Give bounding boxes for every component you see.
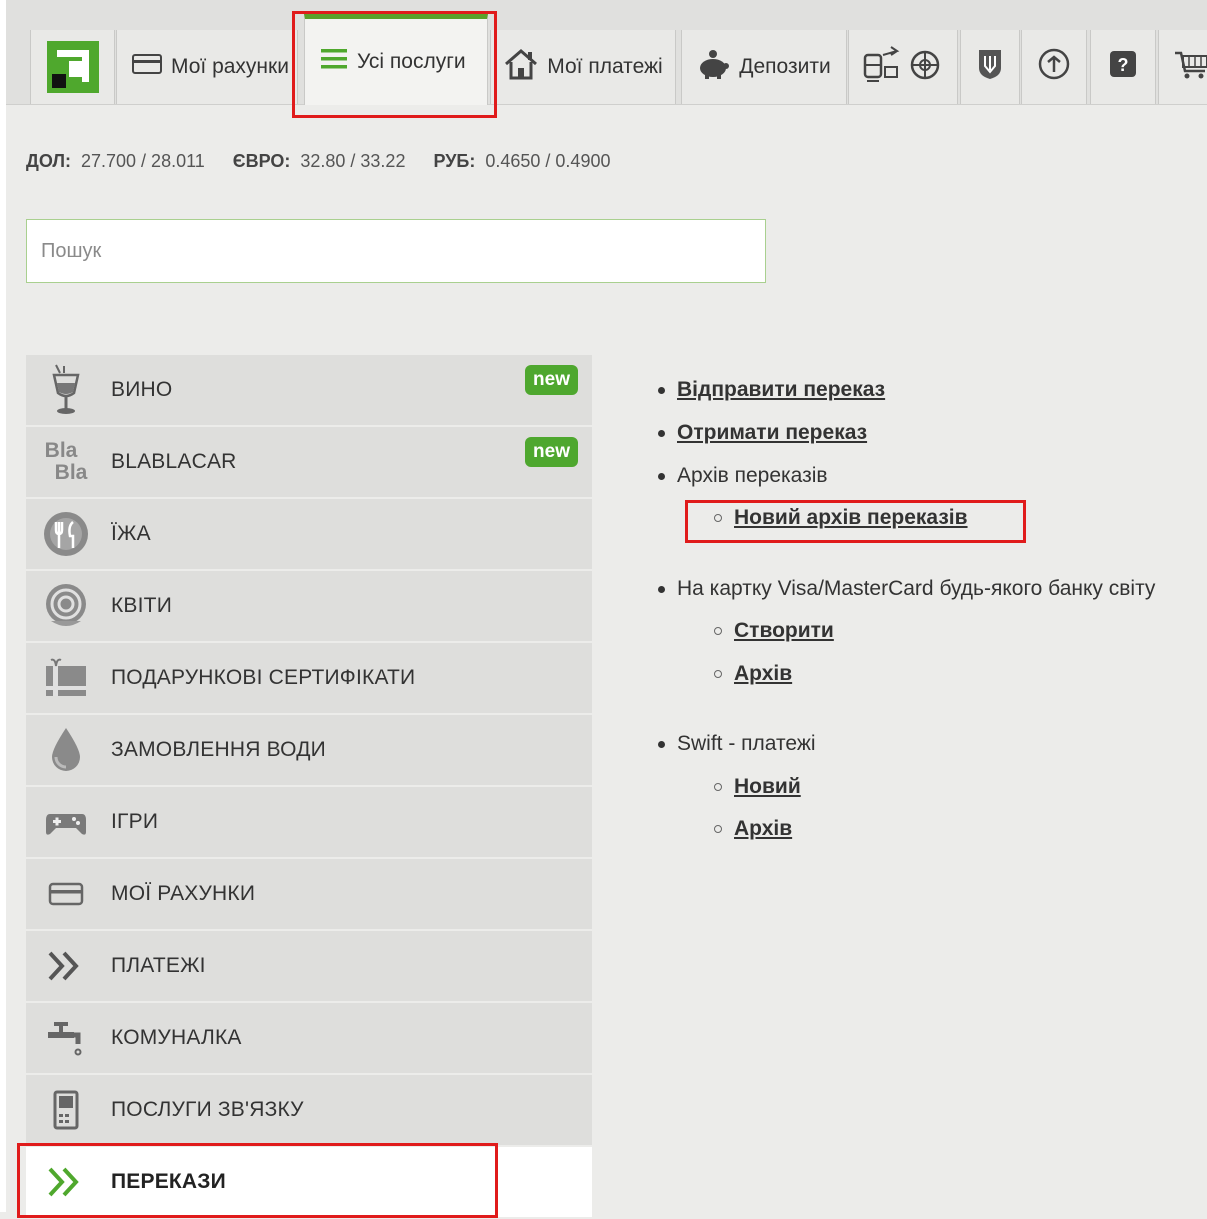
sub-bullet: [714, 627, 722, 635]
new-badge: new: [525, 437, 578, 467]
archive-label: Архів переказів: [677, 464, 828, 487]
tab-travel[interactable]: [848, 30, 958, 104]
bullet: [658, 472, 665, 480]
category-label: ПОСЛУГИ ЗВ'ЯЗКУ: [111, 1098, 304, 1121]
faucet-icon: [36, 1010, 96, 1066]
swift-label: Swift - платежі: [677, 732, 816, 755]
wine-glass-icon: [36, 362, 96, 418]
menu-item-card: На картку Visa/MasterCard будь-якого бан…: [654, 577, 1155, 601]
phone-icon: [36, 1082, 96, 1138]
tab-deposits[interactable]: Депозити: [681, 30, 847, 104]
rate-eur: ЄВРО: 32.80 / 33.22: [232, 151, 406, 171]
card-icon: [131, 52, 163, 82]
menu-subitem-card-archive: Архів: [714, 662, 792, 686]
top-navigation: Мої рахунки Усі послуги Мої платежі Депо…: [6, 0, 1207, 105]
ukraine-coat-of-arms-icon: [977, 48, 1003, 86]
rate-rub: РУБ: 0.4650 / 0.4900: [433, 151, 611, 171]
highlight-box-transfers: [17, 1143, 498, 1218]
category-games[interactable]: ІГРИ: [26, 787, 592, 857]
privatbank-logo[interactable]: [30, 30, 115, 104]
category-label: ЇЖА: [111, 522, 151, 545]
gamepad-icon: [36, 794, 96, 850]
category-label: КВІТИ: [111, 594, 172, 617]
search-input[interactable]: [27, 220, 765, 282]
swift-new-link[interactable]: Новий: [734, 775, 801, 799]
menu-item-swift: Swift - платежі: [654, 732, 816, 756]
food-icon: [36, 506, 96, 562]
water-drop-icon: [36, 722, 96, 778]
category-payments[interactable]: ПЛАТЕЖІ: [26, 931, 592, 1001]
svg-text:?: ?: [1118, 55, 1129, 75]
tab-history[interactable]: [1021, 30, 1087, 104]
receive-transfer-link[interactable]: Отримати переказ: [677, 421, 867, 445]
category-label: КОМУНАЛКА: [111, 1026, 242, 1049]
card-create-link[interactable]: Створити: [734, 619, 834, 643]
category-water-order[interactable]: ЗАМОВЛЕННЯ ВОДИ: [26, 715, 592, 785]
cart-icon: [1173, 47, 1207, 87]
tab-my-accounts[interactable]: Мої рахунки: [116, 30, 298, 104]
category-label: ПЛАТЕЖІ: [111, 954, 206, 977]
help-icon: ?: [1108, 49, 1138, 85]
sub-bullet: [714, 670, 722, 678]
rate-usd: ДОЛ: 27.700 / 28.011: [26, 151, 205, 171]
travel-icon: [861, 43, 945, 91]
category-gift-certificates[interactable]: ПОДАРУНКОВІ СЕРТИФІКАТИ: [26, 643, 592, 713]
highlight-box-all-services: [292, 11, 497, 118]
bullet: [658, 386, 665, 394]
privatbank-logo-icon: [46, 41, 99, 93]
category-list: ВИНО new Bla Bla BLABLACAR new ЇЖА КВІТИ …: [26, 355, 592, 1219]
menu-subitem-swift-new: Новий: [714, 775, 801, 799]
search-box: [26, 219, 766, 283]
house-icon: [503, 47, 539, 87]
category-label: ЗАМОВЛЕННЯ ВОДИ: [111, 738, 326, 761]
piggy-bank-icon: [697, 48, 731, 86]
swift-archive-link[interactable]: Архів: [734, 817, 792, 841]
card-archive-link[interactable]: Архів: [734, 662, 792, 686]
flower-icon: [36, 578, 96, 634]
category-utilities[interactable]: КОМУНАЛКА: [26, 1003, 592, 1073]
tab-label: Мої рахунки: [171, 55, 289, 78]
category-telecom[interactable]: ПОСЛУГИ ЗВ'ЯЗКУ: [26, 1075, 592, 1145]
bullet: [658, 429, 665, 437]
tab-label: Мої платежі: [547, 55, 663, 78]
sub-bullet: [714, 825, 722, 833]
category-label: ВИНО: [111, 378, 173, 401]
category-my-accounts[interactable]: МОЇ РАХУНКИ: [26, 859, 592, 929]
send-transfer-link[interactable]: Відправити переказ: [677, 378, 885, 402]
tab-help[interactable]: ?: [1090, 30, 1156, 104]
new-badge: new: [525, 365, 578, 395]
category-food[interactable]: ЇЖА: [26, 499, 592, 569]
tab-government[interactable]: [960, 30, 1020, 104]
sub-bullet: [714, 783, 722, 791]
blablacar-icon: Bla Bla: [44, 439, 88, 484]
category-label: ПОДАРУНКОВІ СЕРТИФІКАТИ: [111, 666, 416, 689]
page-left-border: [0, 0, 6, 1212]
history-icon: [1036, 46, 1072, 88]
chevrons-icon: [36, 938, 96, 994]
category-flowers[interactable]: КВІТИ: [26, 571, 592, 641]
highlight-box-new-archive: [685, 500, 1026, 543]
tab-cart[interactable]: [1158, 30, 1207, 104]
category-label: ІГРИ: [111, 810, 159, 833]
category-label: МОЇ РАХУНКИ: [111, 882, 256, 905]
category-wine[interactable]: ВИНО new: [26, 355, 592, 425]
category-label: BLABLACAR: [111, 450, 237, 473]
exchange-rates: ДОЛ: 27.700 / 28.011 ЄВРО: 32.80 / 33.22 Р…: [26, 151, 638, 172]
category-blablacar[interactable]: Bla Bla BLABLACAR new: [26, 427, 592, 497]
menu-subitem-swift-archive: Архів: [714, 817, 792, 841]
tab-my-payments[interactable]: Мої платежі: [490, 30, 676, 104]
menu-item-send: Відправити переказ: [654, 378, 885, 402]
gift-card-icon: [36, 650, 96, 706]
card-transfer-label: На картку Visa/MasterCard будь-якого бан…: [677, 577, 1156, 600]
menu-item-receive: Отримати переказ: [654, 421, 867, 445]
menu-item-archive: Архів переказів: [654, 464, 828, 488]
bullet: [658, 585, 665, 593]
tab-label: Депозити: [739, 55, 831, 78]
bullet: [658, 740, 665, 748]
card-icon: [36, 866, 96, 922]
menu-subitem-card-create: Створити: [714, 619, 834, 643]
